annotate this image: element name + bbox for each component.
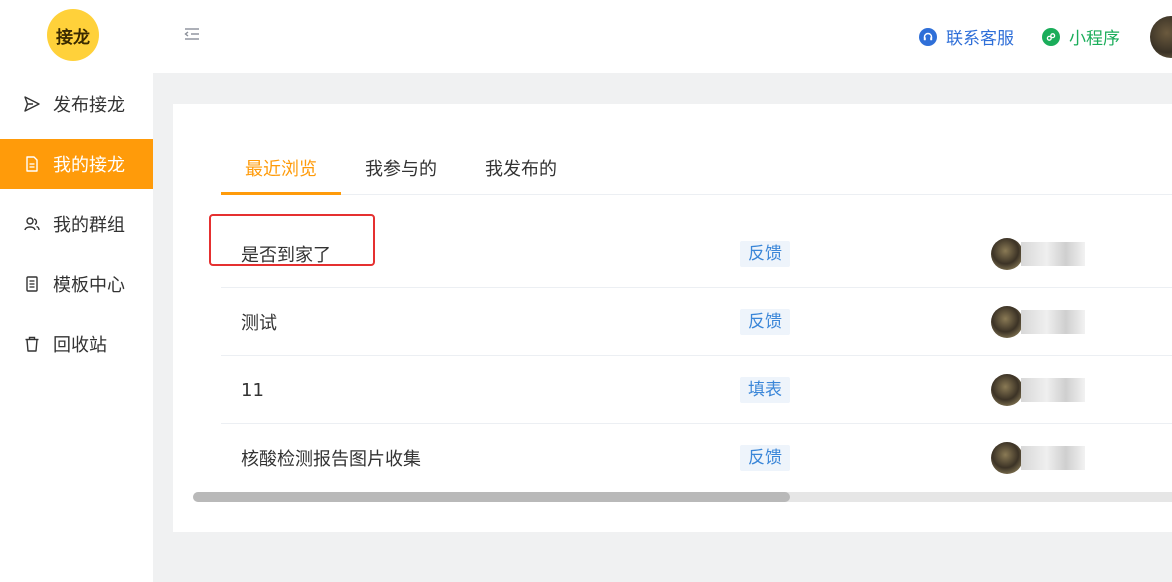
item-title: 核酸检测报告图片收集: [241, 449, 421, 470]
type-badge: 填表: [740, 377, 790, 403]
tab-recent[interactable]: 最近浏览: [221, 140, 341, 195]
list-item[interactable]: 11 填表: [221, 356, 1172, 424]
creator-avatar: [991, 374, 1023, 406]
type-badge: 反馈: [740, 309, 790, 335]
blurred-creator-name: [1021, 242, 1085, 266]
sidebar-item-my-jielong[interactable]: 我的接龙: [0, 139, 153, 189]
annotation-highlight-box: [209, 214, 375, 266]
headset-icon: [919, 27, 937, 46]
contact-service-link[interactable]: 联系客服: [919, 24, 1014, 49]
blurred-creator-name: [1021, 310, 1085, 334]
horizontal-scrollbar[interactable]: [193, 492, 1172, 502]
sidebar-item-label: 模板中心: [53, 275, 125, 296]
sidebar-item-recycle-bin[interactable]: 回收站: [0, 319, 153, 369]
content-card: 最近浏览 我参与的 我发布的 是否到家了 反馈 测试 反馈 11 填表 核酸检测…: [173, 104, 1172, 532]
document-icon: [23, 155, 41, 173]
tab-bar: 最近浏览 我参与的 我发布的: [221, 140, 1172, 195]
sidebar: 发布接龙 我的接龙 我的群组 模板中心 回收站: [0, 73, 153, 582]
app-logo[interactable]: 接龙: [47, 9, 99, 61]
app-root: 接龙 联系客服 小程序 发布接龙 我的接龙 我的群组 模板中心 回收站 最近浏览…: [0, 0, 1172, 582]
sidebar-item-label: 我的群组: [53, 215, 125, 236]
item-title: 11: [241, 379, 264, 401]
sidebar-item-label: 我的接龙: [53, 155, 125, 176]
sidebar-item-label: 发布接龙: [53, 95, 125, 116]
list-item[interactable]: 测试 反馈: [221, 288, 1172, 356]
creator-avatar: [991, 306, 1023, 338]
type-badge: 反馈: [740, 241, 790, 267]
type-badge: 反馈: [740, 445, 790, 471]
blurred-creator-name: [1021, 446, 1085, 470]
active-tab-indicator: [221, 192, 341, 195]
user-avatar[interactable]: [1150, 15, 1172, 58]
template-icon: [23, 275, 41, 293]
miniprogram-link[interactable]: 小程序: [1042, 24, 1120, 49]
tab-joined[interactable]: 我参与的: [341, 140, 461, 195]
sidebar-item-templates[interactable]: 模板中心: [0, 259, 153, 309]
blurred-creator-name: [1021, 378, 1085, 402]
sidebar-item-label: 回收站: [53, 335, 107, 356]
menu-collapse-icon[interactable]: [182, 24, 202, 44]
creator-avatar: [991, 442, 1023, 474]
miniprogram-label: 小程序: [1069, 29, 1120, 49]
creator-avatar: [991, 238, 1023, 270]
item-title: 测试: [241, 313, 277, 334]
trash-icon: [23, 335, 41, 353]
send-icon: [23, 95, 41, 113]
group-icon: [23, 215, 41, 233]
contact-service-label: 联系客服: [946, 29, 1014, 49]
sidebar-item-publish[interactable]: 发布接龙: [0, 79, 153, 129]
miniprogram-icon: [1042, 27, 1060, 46]
tab-published[interactable]: 我发布的: [461, 140, 581, 195]
sidebar-item-my-groups[interactable]: 我的群组: [0, 199, 153, 249]
top-bar: 接龙 联系客服 小程序: [0, 0, 1172, 73]
scrollbar-thumb[interactable]: [193, 492, 790, 502]
top-right-actions: 联系客服 小程序: [919, 0, 1172, 73]
list-item[interactable]: 核酸检测报告图片收集 反馈: [221, 424, 1172, 492]
